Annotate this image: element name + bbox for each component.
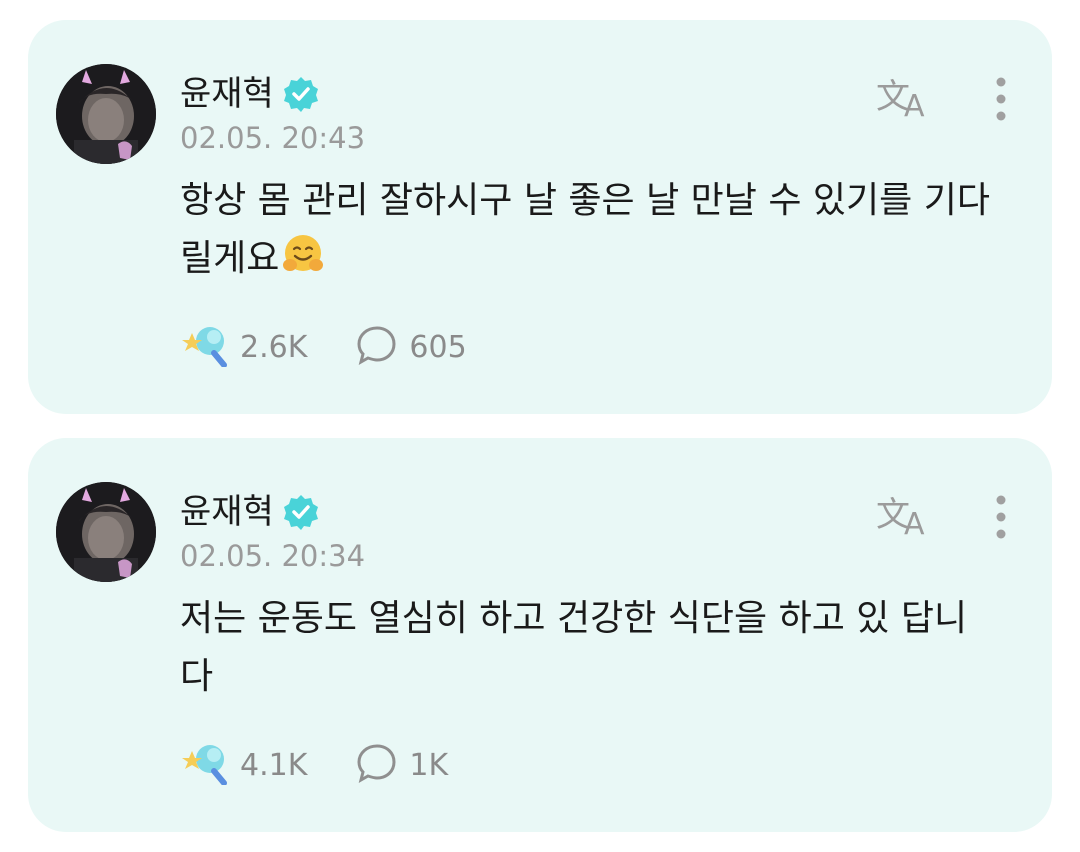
translate-icon[interactable]: 文 A: [874, 72, 934, 124]
comment-count: 1K: [409, 747, 449, 783]
author-row: 윤재혁: [180, 70, 320, 118]
more-vertical-icon[interactable]: [986, 74, 1016, 124]
avatar[interactable]: [56, 64, 156, 164]
comment-icon: [355, 323, 399, 371]
post-text: 저는 운동도 열심히 하고 건강한 식단을 하고 있 답니다: [180, 598, 968, 697]
post-timestamp: 02.05. 20:34: [180, 539, 366, 573]
svg-text:A: A: [904, 507, 925, 538]
like-count: 2.6K: [240, 329, 308, 365]
author-row: 윤재혁: [180, 488, 320, 536]
verified-badge-icon: [282, 493, 320, 531]
verified-badge-icon: [282, 75, 320, 113]
svg-text:A: A: [904, 89, 925, 120]
avatar[interactable]: [56, 482, 156, 582]
comment-button[interactable]: 605: [355, 323, 467, 371]
more-vertical-icon[interactable]: [986, 492, 1016, 542]
like-button[interactable]: 4.1K: [180, 741, 307, 789]
comment-count: 605: [409, 329, 467, 365]
translate-icon[interactable]: 文 A: [874, 490, 934, 542]
author-name[interactable]: 윤재혁: [180, 495, 274, 529]
post-timestamp: 02.05. 20:43: [180, 121, 366, 155]
comment-button[interactable]: 1K: [355, 741, 448, 789]
post-stats: 2.6K 605: [180, 322, 467, 372]
post-card[interactable]: 윤재혁 02.05. 20:43 文 A 항상 몸 관리 잘하시구 날 좋은 날…: [28, 20, 1052, 414]
cheer-stick-icon: [180, 323, 230, 371]
like-button[interactable]: 2.6K: [180, 323, 307, 371]
post-card[interactable]: 윤재혁 02.05. 20:34 文 A 저는 운동도 열심히 하고 건강한 식…: [28, 438, 1052, 832]
post-body: 저는 운동도 열심히 하고 건강한 식단을 하고 있 답니다: [180, 590, 1000, 706]
cheer-stick-icon: [180, 741, 230, 789]
post-body: 항상 몸 관리 잘하시구 날 좋은 날 만날 수 있기를 기다릴게요: [180, 172, 1000, 294]
post-stats: 4.1K 1K: [180, 740, 448, 790]
comment-icon: [355, 741, 399, 789]
hugging-face-emoji: [281, 232, 325, 294]
like-count: 4.1K: [240, 747, 308, 783]
author-name[interactable]: 윤재혁: [180, 77, 274, 111]
